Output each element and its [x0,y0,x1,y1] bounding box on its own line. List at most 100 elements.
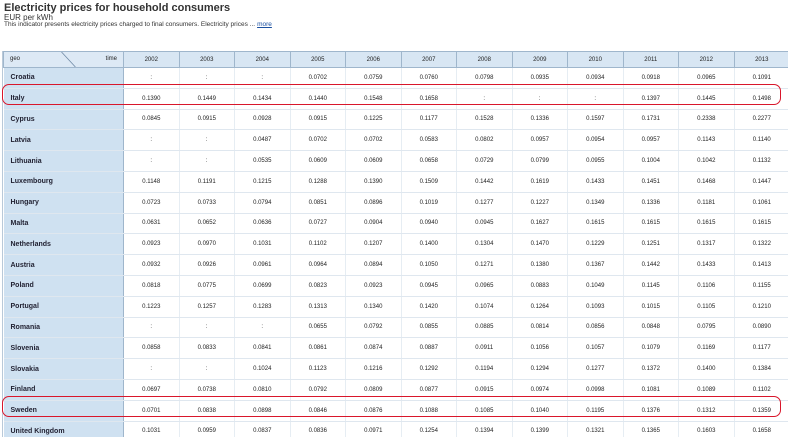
data-grid: geo time 2002 2003 2004 2005 2006 2007 2008 200… [2,51,788,437]
table-cell: 0.1498 [734,88,788,110]
table-cell: 0.0818 [123,275,180,297]
table-cell: 0.1277 [456,192,513,214]
table-row: Luxembourg 0.1148 0.1191 0.1215 0.1288 0.1390… [3,171,788,193]
year-header[interactable]: 2008 [456,51,513,68]
year-header[interactable]: 2013 [733,51,788,68]
row-header-geo[interactable]: Netherlands [3,233,124,256]
table-cell: 0.1321 [567,421,624,437]
table-cell: 0.1254 [401,421,457,437]
row-header-geo[interactable]: Romania [3,317,124,339]
table-cell: 0.0851 [290,192,346,214]
year-header[interactable]: 2010 [567,51,624,68]
year-header[interactable]: 2012 [678,51,735,68]
table-cell: 0.0814 [512,317,568,339]
year-header[interactable]: 2006 [345,51,402,68]
table-cell: 0.0810 [234,379,291,401]
row-header-geo[interactable]: Slovakia [3,358,124,380]
year-header[interactable]: 2002 [123,51,180,68]
table-cell: : [179,129,235,152]
year-header[interactable]: 2004 [234,51,291,68]
table-cell: 0.1155 [734,275,788,297]
table-cell: 0.1349 [567,192,624,214]
table-cell: 0.1313 [290,296,346,318]
table-cell: 0.1225 [345,109,402,131]
year-header[interactable]: 2007 [400,51,457,68]
row-header-geo[interactable]: Lithuania [3,150,124,172]
row-header-geo[interactable]: Austria [3,254,124,276]
table-cell: 0.0954 [567,129,624,152]
table-cell: : [512,88,568,110]
table-cell: 0.1384 [734,358,788,380]
year-header[interactable]: 2011 [622,51,679,68]
row-header-geo[interactable]: United Kingdom [3,421,124,437]
row-header-geo[interactable]: Portugal [3,296,124,318]
table-cell: 0.0961 [234,254,291,276]
table-cell: 0.0945 [401,275,457,297]
table-cell: 0.0957 [512,129,568,152]
description: This indicator presents electricity pric… [4,21,272,28]
table-cell: 0.0794 [234,192,291,214]
table-cell: 0.1085 [456,400,513,422]
table-cell: 0.1615 [734,213,788,235]
table-cell: : [234,67,291,89]
table-cell: 0.0856 [567,317,624,339]
table-cell: 0.1317 [678,233,735,256]
table-cell: : [179,317,235,339]
table-cell: 0.0964 [290,254,346,276]
table-cell: 0.1050 [401,254,457,276]
year-header[interactable]: 2003 [178,51,235,68]
row-header-geo[interactable]: Italy [3,88,124,110]
table-cell: 0.0971 [345,421,402,437]
row-header-geo[interactable]: Cyprus [3,109,124,131]
row-header-geo[interactable]: Finland [3,379,124,401]
table-cell: 0.1376 [623,400,679,422]
row-header-geo[interactable]: Latvia [3,129,124,152]
table-cell: 0.0658 [401,150,457,172]
table-cell: 0.0836 [290,421,346,437]
row-header-geo[interactable]: Croatia [3,67,124,89]
table-cell: 0.2338 [678,109,735,131]
table-cell: 0.1049 [567,275,624,297]
year-header[interactable]: 2009 [511,51,568,68]
table-cell: 0.1015 [623,296,679,318]
table-row: Austria 0.0932 0.0926 0.0961 0.0964 0.0894 0.1… [3,254,788,276]
table-cell: 0.0583 [401,129,457,152]
table-cell: 0.0935 [512,67,568,89]
more-link[interactable]: more [257,21,272,28]
table-cell: 0.1040 [512,400,568,422]
table-cell: : [123,129,180,152]
table-cell: 0.0898 [234,400,291,422]
table-cell: 0.0965 [456,275,513,297]
table-cell: 0.0940 [401,213,457,235]
table-cell: 0.1251 [623,233,679,256]
table-cell: 0.0487 [234,129,291,152]
table-cell: : [123,67,180,89]
table-cell: 0.1288 [290,171,346,193]
table-cell: 0.1400 [401,233,457,256]
table-cell: 0.0896 [345,192,402,214]
table-cell: 0.0727 [290,213,346,235]
table-cell: 0.0798 [456,67,513,89]
table-cell: 0.1257 [179,296,235,318]
table-cell: 0.0729 [456,150,513,172]
table-cell: 0.0915 [290,109,346,131]
table-cell: 0.1215 [234,171,291,193]
row-header-geo[interactable]: Slovenia [3,337,124,360]
table-cell: 0.1442 [623,254,679,276]
year-header[interactable]: 2005 [289,51,346,68]
table-row: Portugal 0.1223 0.1257 0.1283 0.1313 0.1340 0.… [3,296,788,318]
table-cell: 0.0876 [345,400,402,422]
row-header-geo[interactable]: Luxembourg [3,171,124,193]
row-header-geo[interactable]: Malta [3,213,124,235]
table-cell: 0.1380 [512,254,568,276]
row-header-geo[interactable]: Hungary [3,192,124,214]
table-cell: 0.1440 [290,88,346,110]
table-cell: 0.1061 [734,192,788,214]
table-body: Croatia:::0.0702 0.0759 0.0760 0.0798 0.0935… [3,67,788,437]
table-cell: 0.0799 [512,150,568,172]
row-header-geo[interactable]: Poland [3,275,124,297]
table-cell: 0.1372 [623,358,679,380]
row-header-geo[interactable]: Sweden [3,400,124,422]
table-cell: 0.1397 [623,88,679,110]
table-cell: 0.1207 [345,233,402,256]
